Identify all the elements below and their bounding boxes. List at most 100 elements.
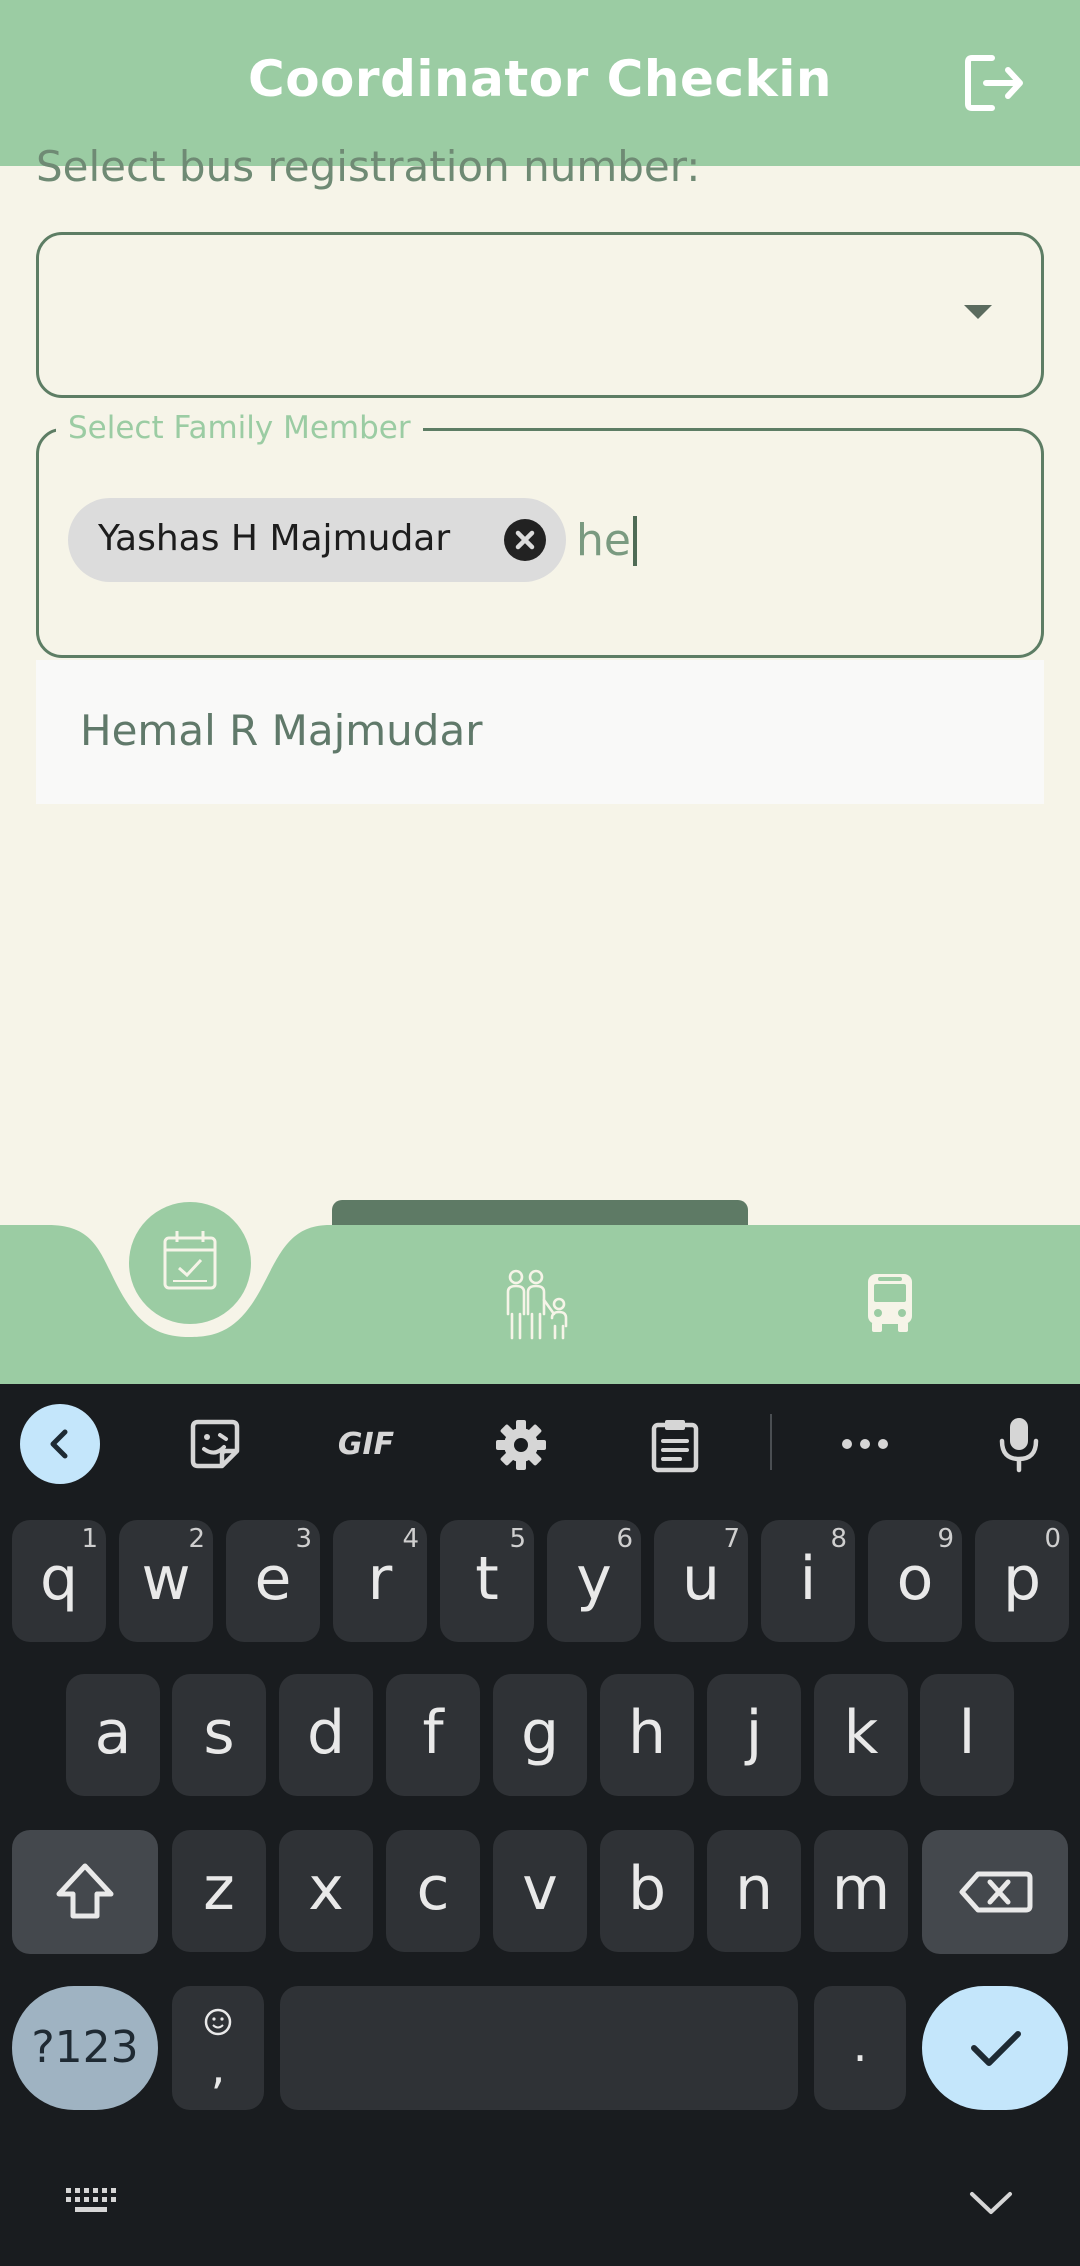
key-o[interactable]: o9: [868, 1520, 962, 1642]
key-m[interactable]: m: [814, 1830, 908, 1952]
period-key[interactable]: .: [814, 1986, 906, 2110]
key-hint: 9: [937, 1524, 954, 1554]
key-r[interactable]: r4: [333, 1520, 427, 1642]
back-icon[interactable]: [20, 1404, 100, 1484]
family-search-input[interactable]: he: [576, 516, 637, 566]
gif-icon[interactable]: GIF: [326, 1412, 406, 1476]
selected-chip: Yashas H Majmudar: [68, 498, 566, 582]
toolbar-divider: [770, 1414, 772, 1470]
key-w[interactable]: w2: [119, 1520, 213, 1642]
space-key[interactable]: [280, 1986, 798, 2110]
key-label: v: [522, 1854, 558, 1924]
comma-label: ,: [210, 2040, 226, 2094]
chevron-down-icon[interactable]: [968, 2188, 1014, 2218]
nav-checkin-button[interactable]: [129, 1202, 251, 1324]
key-y[interactable]: y6: [547, 1520, 641, 1642]
symbols-key[interactable]: ?123: [12, 1986, 158, 2110]
key-j[interactable]: j: [707, 1674, 801, 1796]
more-icon[interactable]: [830, 1412, 900, 1476]
key-label: m: [831, 1854, 891, 1924]
key-a[interactable]: a: [66, 1674, 160, 1796]
key-label: z: [203, 1854, 235, 1924]
suggestion-list: Hemal R Majmudar: [36, 660, 1044, 804]
text-cursor: [632, 516, 637, 566]
key-label: i: [799, 1544, 817, 1614]
key-hint: 4: [402, 1524, 419, 1554]
key-label: d: [306, 1698, 346, 1768]
key-label: n: [734, 1854, 774, 1924]
family-icon[interactable]: [502, 1268, 574, 1340]
key-t[interactable]: t5: [440, 1520, 534, 1642]
key-hint: 7: [723, 1524, 740, 1554]
key-c[interactable]: c: [386, 1830, 480, 1952]
key-v[interactable]: v: [493, 1830, 587, 1952]
checkmark-icon: [971, 2031, 1021, 2066]
sticker-icon[interactable]: [180, 1412, 250, 1476]
key-u[interactable]: u7: [654, 1520, 748, 1642]
key-label: e: [254, 1544, 292, 1614]
bus-icon[interactable]: [864, 1272, 916, 1334]
key-d[interactable]: d: [279, 1674, 373, 1796]
gif-label: GIF: [337, 1426, 395, 1462]
page-title: Coordinator Checkin: [248, 50, 832, 108]
backspace-icon: [959, 1871, 1033, 1913]
bus-select-label: Select bus registration number:: [36, 142, 701, 191]
key-z[interactable]: z: [172, 1830, 266, 1952]
chip-label: Yashas H Majmudar: [98, 518, 451, 559]
key-k[interactable]: k: [814, 1674, 908, 1796]
emoji-comma-key[interactable]: ,: [172, 1986, 264, 2110]
key-n[interactable]: n: [707, 1830, 801, 1952]
key-label: s: [203, 1698, 235, 1768]
period-label: .: [852, 2018, 868, 2072]
settings-icon[interactable]: [486, 1410, 556, 1480]
key-label: h: [627, 1698, 667, 1768]
key-label: l: [958, 1698, 976, 1768]
calendar-check-icon: [163, 1231, 217, 1290]
key-label: t: [475, 1544, 499, 1614]
clipboard-icon[interactable]: [640, 1410, 710, 1480]
key-label: r: [367, 1544, 393, 1614]
key-label: o: [896, 1544, 934, 1614]
key-hint: 6: [616, 1524, 633, 1554]
keyboard-switch-icon[interactable]: [64, 2186, 118, 2216]
key-label: f: [422, 1698, 444, 1768]
key-b[interactable]: b: [600, 1830, 694, 1952]
key-x[interactable]: x: [279, 1830, 373, 1952]
bus-select-dropdown[interactable]: [36, 232, 1044, 398]
key-label: b: [627, 1854, 667, 1924]
microphone-icon[interactable]: [984, 1408, 1054, 1480]
family-member-label: Select Family Member: [56, 410, 423, 446]
key-h[interactable]: h: [600, 1674, 694, 1796]
key-label: a: [94, 1698, 132, 1768]
key-g[interactable]: g: [493, 1674, 587, 1796]
logout-icon[interactable]: [962, 52, 1028, 114]
key-label: q: [39, 1544, 79, 1614]
enter-key[interactable]: [922, 1986, 1068, 2110]
key-s[interactable]: s: [172, 1674, 266, 1796]
key-e[interactable]: e3: [226, 1520, 320, 1642]
key-hint: 5: [509, 1524, 526, 1554]
close-icon[interactable]: [504, 519, 546, 561]
key-p[interactable]: p0: [975, 1520, 1069, 1642]
soft-keyboard: GIF: [0, 1384, 1080, 2266]
shift-icon: [56, 1863, 114, 1919]
key-label: u: [681, 1544, 721, 1614]
shift-key[interactable]: [12, 1830, 158, 1954]
key-label: y: [576, 1544, 612, 1614]
key-q[interactable]: q1: [12, 1520, 106, 1642]
key-hint: 1: [81, 1524, 98, 1554]
key-i[interactable]: i8: [761, 1520, 855, 1642]
key-label: k: [843, 1698, 879, 1768]
key-label: c: [416, 1854, 450, 1924]
key-label: p: [1002, 1544, 1042, 1614]
backspace-key[interactable]: [922, 1830, 1068, 1954]
suggestion-item[interactable]: Hemal R Majmudar: [80, 706, 482, 755]
chevron-down-icon[interactable]: [964, 305, 992, 319]
key-l[interactable]: l: [920, 1674, 1014, 1796]
key-hint: 2: [188, 1524, 205, 1554]
family-search-text: he: [576, 515, 631, 566]
key-label: w: [141, 1544, 191, 1614]
key-f[interactable]: f: [386, 1674, 480, 1796]
symbols-label: ?123: [31, 2022, 139, 2073]
key-hint: 0: [1044, 1524, 1061, 1554]
